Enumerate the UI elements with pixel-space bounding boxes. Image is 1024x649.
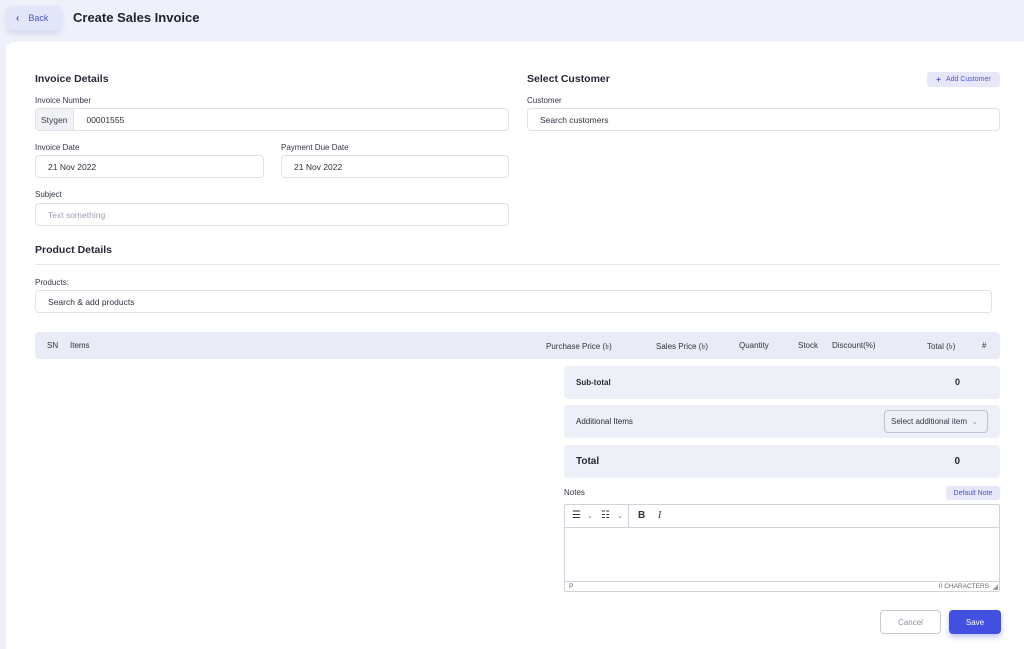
notes-editor[interactable]: ☰ ⌄ ☷ ⌄ B I P 0 CHARACTERS ◢ (564, 504, 1000, 592)
top-bar: ‹ Back Create Sales Invoice (0, 0, 1024, 40)
chevron-left-icon: ‹ (16, 12, 20, 24)
due-date-label: Payment Due Date (281, 143, 349, 152)
default-note-button[interactable]: Default Note (946, 486, 1000, 500)
customer-label: Customer (527, 96, 562, 105)
col-total: Total (৳) (927, 342, 956, 351)
chevron-down-icon: ⌄ (972, 418, 978, 426)
invoice-date-value: 21 Nov 2022 (48, 161, 97, 172)
subject-label: Subject (35, 190, 62, 199)
add-customer-button[interactable]: + Add Customer (927, 72, 1000, 87)
subtotal-row: Sub-total 0 (564, 366, 1000, 399)
additional-items-label: Additional Items (576, 417, 633, 426)
numbered-list-icon[interactable]: ☷ (601, 510, 610, 521)
invoice-form-card: Invoice Details Invoice Number Stygen 00… (6, 42, 1024, 649)
editor-status-bar: P 0 CHARACTERS ◢ (565, 581, 999, 592)
character-count: 0 CHARACTERS (938, 583, 989, 590)
italic-icon[interactable]: I (658, 510, 661, 521)
col-items: Items (70, 341, 90, 350)
product-search-input[interactable]: Search & add products (35, 290, 992, 313)
total-row: Total 0 (564, 445, 1000, 478)
invoice-prefix: Stygen (36, 109, 75, 130)
product-search-placeholder: Search & add products (48, 296, 135, 307)
additional-item-select-value: Select additional item (891, 417, 968, 426)
back-label: Back (28, 13, 49, 23)
col-sn: SN (47, 341, 59, 350)
invoice-date-label: Invoice Date (35, 143, 80, 152)
col-quantity: Quantity (739, 341, 769, 350)
product-details-title: Product Details (35, 244, 113, 256)
subject-input[interactable]: Text something (35, 203, 509, 226)
total-value: 0 (954, 456, 960, 467)
cancel-button[interactable]: Cancel (880, 610, 941, 634)
col-action: # (982, 341, 987, 350)
save-button[interactable]: Save (949, 610, 1001, 634)
due-date-value: 21 Nov 2022 (294, 161, 343, 172)
section-divider (35, 264, 1000, 265)
additional-items-row: Additional Items Select additional item … (564, 405, 1000, 438)
bullet-list-icon[interactable]: ☰ (572, 510, 581, 521)
back-button[interactable]: ‹ Back (7, 6, 61, 30)
customer-search-input[interactable]: Search customers (527, 108, 1000, 131)
due-date-field[interactable]: 21 Nov 2022 (281, 155, 509, 178)
bold-icon[interactable]: B (638, 510, 645, 521)
products-table-header: SN Items Purchase Price (৳) Sales Price … (35, 332, 1000, 359)
invoice-number-value: 00001555 (86, 114, 125, 125)
invoice-details-title: Invoice Details (35, 73, 109, 85)
element-path-tag: P (569, 583, 574, 590)
col-stock: Stock (798, 341, 819, 350)
col-discount: Discount(%) (832, 341, 876, 350)
editor-toolbar: ☰ ⌄ ☷ ⌄ B I (565, 505, 999, 528)
chevron-down-icon[interactable]: ⌄ (617, 512, 623, 520)
plus-icon: + (936, 75, 941, 84)
products-label: Products: (35, 278, 69, 287)
subtotal-value: 0 (954, 377, 960, 387)
subtotal-label: Sub-total (576, 378, 611, 387)
toolbar-separator (628, 505, 629, 527)
add-customer-label: Add Customer (945, 76, 991, 83)
invoice-date-field[interactable]: 21 Nov 2022 (35, 155, 264, 178)
page-title: Create Sales Invoice (73, 10, 200, 25)
col-sales-price: Sales Price (৳) (656, 342, 708, 351)
chevron-down-icon[interactable]: ⌄ (587, 512, 593, 520)
resize-handle-icon[interactable]: ◢ (993, 583, 998, 591)
invoice-number-field[interactable]: Stygen 00001555 (35, 108, 509, 131)
customer-search-placeholder: Search customers (540, 114, 609, 125)
notes-label: Notes (564, 488, 585, 497)
select-customer-title: Select Customer (527, 73, 610, 85)
subject-placeholder: Text something (48, 209, 106, 220)
invoice-number-label: Invoice Number (35, 96, 92, 105)
total-label: Total (576, 456, 600, 467)
additional-item-select[interactable]: Select additional item ⌄ (884, 410, 988, 433)
col-purchase-price: Purchase Price (৳) (546, 342, 612, 351)
